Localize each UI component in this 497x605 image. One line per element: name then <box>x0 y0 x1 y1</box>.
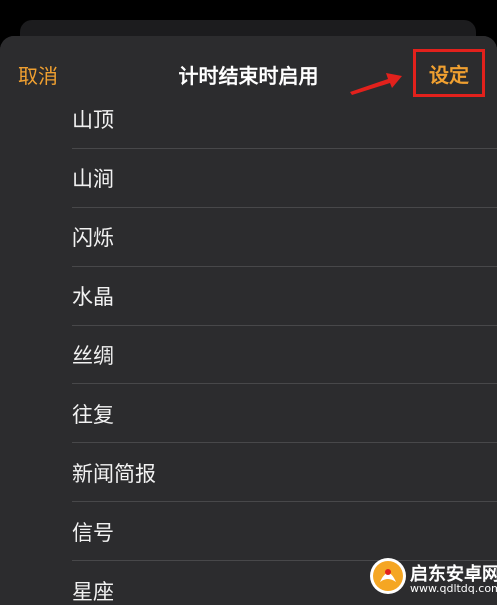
list-item-label: 闪烁 <box>72 226 114 251</box>
set-button[interactable]: 设定 <box>413 49 485 97</box>
list-item[interactable]: 山涧 <box>0 149 497 208</box>
red-arrow-icon <box>350 73 402 95</box>
sound-list: 山顶 山涧 闪烁 水晶 丝绸 往复 新闻简报 信号 星座 <box>0 90 497 605</box>
list-item[interactable]: 往复 <box>0 384 497 444</box>
list-item-label: 信号 <box>72 520 114 545</box>
watermark-url: www.qdltdq.com <box>410 582 497 595</box>
list-item[interactable]: 水晶 <box>0 267 497 326</box>
screen: 取消 计时结束时启用 设定 山顶 山涧 闪烁 水晶 丝绸 往复 新闻简报 信号 … <box>0 0 497 605</box>
list-item-label: 星座 <box>72 579 114 604</box>
list-item[interactable]: 丝绸 <box>0 326 497 385</box>
list-item[interactable]: 新闻简报 <box>0 443 497 503</box>
watermark-logo-icon <box>370 558 406 594</box>
list-item-label: 山涧 <box>72 167 114 192</box>
watermark: 启东安卓网 www.qdltdq.com <box>356 548 497 605</box>
list-item-label: 往复 <box>72 402 114 427</box>
list-item-label: 新闻简报 <box>72 461 156 486</box>
set-button-label: 设定 <box>429 62 469 87</box>
nav-bar: 取消 计时结束时启用 设定 <box>0 36 497 110</box>
sound-picker-sheet: 取消 计时结束时启用 设定 山顶 山涧 闪烁 水晶 丝绸 往复 新闻简报 信号 … <box>0 36 497 605</box>
list-item-label: 丝绸 <box>72 344 114 368</box>
status-bar <box>0 0 497 8</box>
list-item[interactable]: 闪烁 <box>0 208 497 267</box>
list-item-label: 水晶 <box>72 285 114 310</box>
